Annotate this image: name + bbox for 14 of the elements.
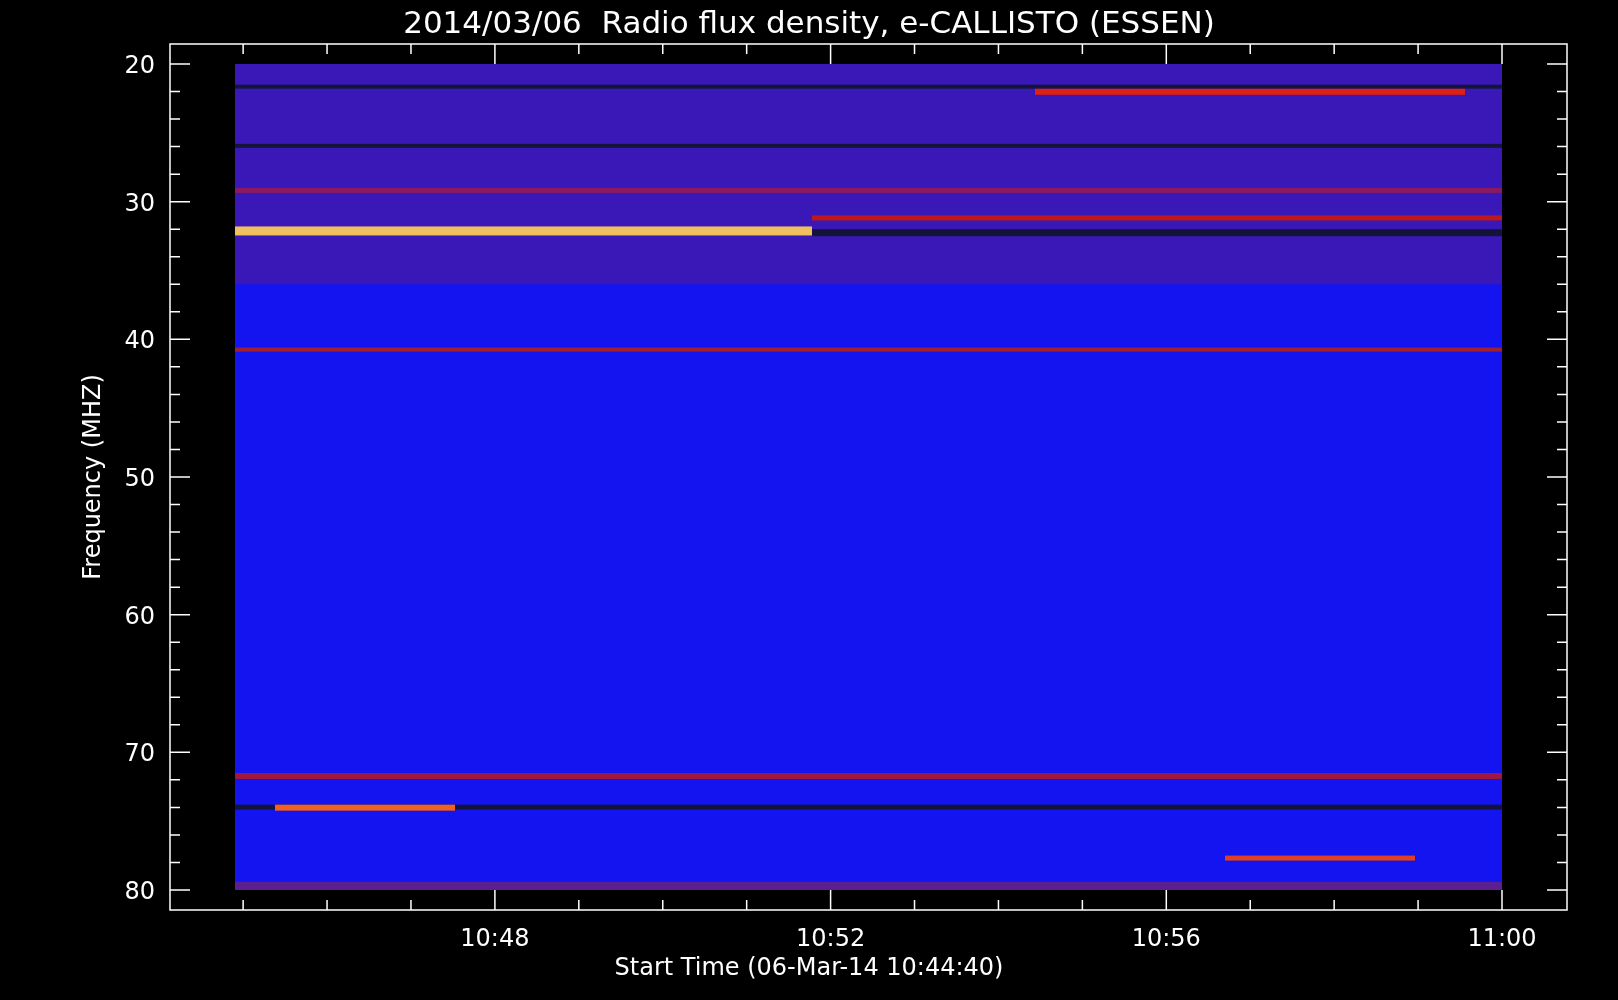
tick-label: 60 — [124, 601, 155, 630]
tick-label: 30 — [124, 188, 155, 217]
tick-label: 10:48 — [460, 924, 530, 952]
tick-label: 10:56 — [1131, 924, 1201, 952]
tick-label: 70 — [124, 739, 155, 768]
axis-title: Frequency (MHZ) — [78, 374, 106, 580]
tick-label: 10:52 — [796, 924, 866, 952]
tick-label: 80 — [124, 877, 155, 905]
plot-title: 2014/03/06 Radio flux density, e-CALLISTO (ESSEN) — [403, 4, 1215, 40]
tick-label: 50 — [124, 464, 155, 492]
tick-label: 20 — [124, 51, 155, 79]
axis-title: Start Time (06-Mar-14 10:44:40) — [614, 953, 1004, 981]
tick-label: 40 — [124, 326, 155, 355]
tick-label: 11:00 — [1467, 924, 1537, 952]
